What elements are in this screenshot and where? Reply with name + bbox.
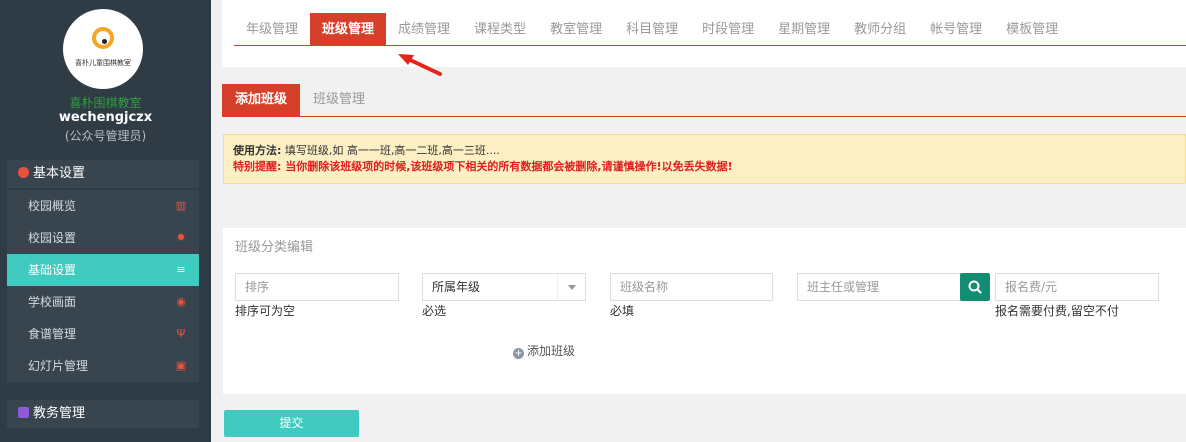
gear-icon: ✹ [176, 231, 186, 244]
add-class-label: 添加班级 [527, 344, 576, 358]
fee-hint: 报名需要付费,留空不付 [995, 304, 1119, 318]
tab-course-type[interactable]: 课程类型 [462, 13, 538, 46]
class-edit-panel: 班级分类编辑 排序 排序可为空 所属年级 必选 班级名称 必填 班主任或管理 报… [223, 228, 1186, 394]
tab-add-class[interactable]: 添加班级 [222, 84, 301, 116]
tab-class[interactable]: 班级管理 [310, 13, 387, 46]
sidebar-item-label: 校园设置 [28, 231, 77, 245]
tab-teacher-group[interactable]: 教师分组 [842, 13, 918, 46]
sidebar-item-basic-settings[interactable]: 基础设置 ≡ [7, 254, 199, 286]
tab-template[interactable]: 模板管理 [994, 13, 1070, 46]
search-icon [968, 280, 982, 294]
menu-group-academic[interactable]: 教务管理 [7, 400, 199, 428]
class-name-hint: 必填 [610, 304, 635, 318]
gear-icon [18, 167, 29, 178]
grade-hint: 必选 [422, 304, 447, 318]
eye-icon: ◉ [176, 295, 186, 308]
menu-group-label: 基本设置 [33, 166, 86, 181]
sort-hint: 排序可为空 [235, 304, 296, 318]
tab-classroom[interactable]: 教室管理 [538, 13, 614, 46]
notice-warning: 特别提醒: 当你删除该班级项的时候,该班级项下相关的所有数据都会被删除,请谨慎操… [233, 160, 733, 173]
class-name-input[interactable]: 班级名称 [610, 273, 773, 301]
notice-usage: 填写班级,如 高一一班,高一二班,高一三班.... [284, 144, 500, 157]
sidebar-item-recipe[interactable]: 食谱管理 Ψ [7, 318, 199, 350]
teacher-input[interactable]: 班主任或管理 [797, 273, 961, 301]
submit-button[interactable]: 提交 [224, 410, 359, 437]
database-icon [18, 407, 29, 418]
sidebar: 喜朴儿童围棋教室 喜朴围棋教室 wechengjczx (公众号管理员) 基本设… [0, 0, 211, 442]
logo-text: 喜朴儿童围棋教室 [75, 59, 131, 67]
list-icon: ≡ [176, 263, 186, 276]
top-tab-bar: 年级管理 班级管理 成绩管理 课程类型 教室管理 科目管理 时段管理 星期管理 … [234, 13, 1186, 46]
cutlery-icon: Ψ [176, 327, 186, 340]
sidebar-item-school-screen[interactable]: 学校画面 ◉ [7, 286, 199, 318]
sidebar-item-campus-settings[interactable]: 校园设置 ✹ [7, 222, 199, 254]
menu-group-basic-settings[interactable]: 基本设置 [7, 160, 199, 188]
menu-group-label: 教务管理 [33, 406, 86, 421]
logo-icon [92, 27, 114, 49]
school-name: 喜朴围棋教室 [69, 96, 142, 110]
tab-weekday[interactable]: 星期管理 [766, 13, 842, 46]
tab-grade[interactable]: 年级管理 [234, 13, 310, 46]
grade-select-value: 所属年级 [432, 280, 481, 294]
bank-icon: ▥ [175, 199, 187, 212]
usage-notice: 使用方法: 填写班级,如 高一一班,高一二班,高一三班.... 特别提醒: 当你… [223, 134, 1186, 184]
sort-input[interactable]: 排序 [235, 273, 399, 301]
teacher-search-button[interactable] [960, 273, 990, 301]
sidebar-item-label: 基础设置 [28, 263, 77, 277]
fee-input[interactable]: 报名费/元 [995, 273, 1159, 301]
grade-select[interactable]: 所属年级 [422, 273, 586, 301]
image-icon: ▣ [175, 359, 187, 372]
sidebar-item-campus-overview[interactable]: 校园概览 ▥ [7, 190, 199, 222]
panel-title: 班级分类编辑 [235, 240, 314, 255]
plus-circle-icon: + [513, 348, 524, 359]
red-arrow-annotation [398, 54, 442, 76]
sidebar-item-label: 校园概览 [28, 199, 77, 213]
tab-subject[interactable]: 科目管理 [614, 13, 690, 46]
chevron-down-icon[interactable] [557, 274, 585, 300]
sub-tab-bar: 添加班级 班级管理 [222, 84, 1186, 117]
tab-class-manage[interactable]: 班级管理 [300, 84, 378, 116]
username: wechengjczx [58, 110, 153, 125]
add-class-button[interactable]: + 添加班级 [513, 342, 575, 359]
user-role: (公众号管理员) [64, 129, 147, 143]
sidebar-item-label: 学校画面 [28, 295, 77, 309]
tab-scores[interactable]: 成绩管理 [386, 13, 462, 46]
sidebar-item-slideshow[interactable]: 幻灯片管理 ▣ [7, 350, 199, 382]
sidebar-item-label: 幻灯片管理 [28, 359, 89, 373]
tab-period[interactable]: 时段管理 [690, 13, 766, 46]
sidebar-item-label: 食谱管理 [28, 327, 77, 341]
tab-account[interactable]: 帐号管理 [918, 13, 994, 46]
school-logo: 喜朴儿童围棋教室 [63, 9, 143, 89]
notice-label: 使用方法: [233, 144, 282, 157]
top-tabs-panel: 年级管理 班级管理 成绩管理 课程类型 教室管理 科目管理 时段管理 星期管理 … [222, 0, 1186, 67]
